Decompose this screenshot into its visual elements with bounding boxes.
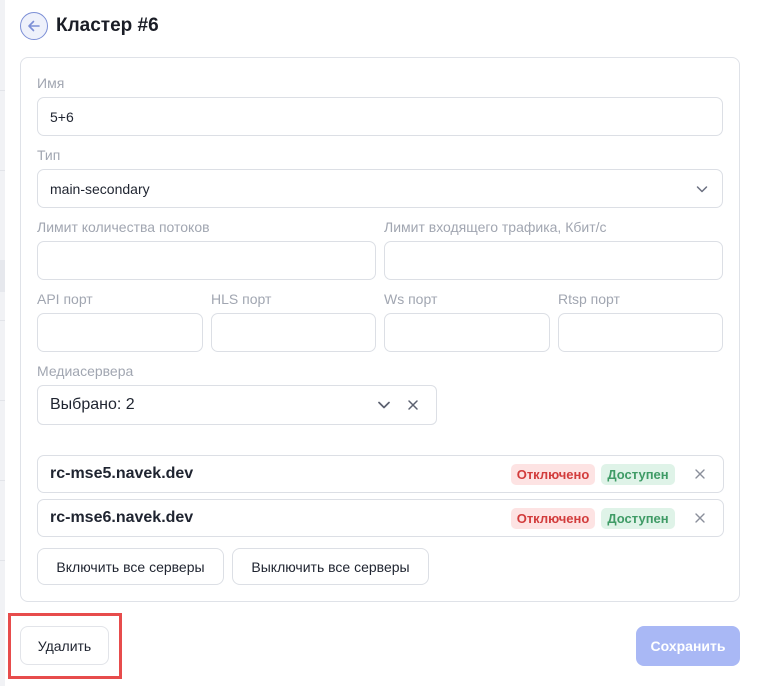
type-select[interactable]: main-secondary <box>37 169 723 208</box>
traffic-limit-input[interactable] <box>384 241 723 280</box>
server-row: rc-mse5.navek.dev Отключено Доступен <box>37 455 724 493</box>
page-header: Кластер #6 <box>20 12 159 40</box>
enable-all-servers-button[interactable]: Включить все серверы <box>37 548 224 585</box>
rtsp-port-input[interactable] <box>558 313 723 352</box>
remove-server-icon[interactable] <box>693 511 707 525</box>
type-select-value: main-secondary <box>50 180 150 197</box>
status-badge-available: Доступен <box>601 464 675 485</box>
api-port-label: API порт <box>37 291 93 307</box>
back-button[interactable] <box>20 12 48 40</box>
streams-limit-input[interactable] <box>37 241 376 280</box>
disable-all-servers-button[interactable]: Выключить все серверы <box>232 548 429 585</box>
hls-port-label: HLS порт <box>211 291 272 307</box>
cluster-form-card: Имя 5+6 Тип main-secondary Лимит количес… <box>20 57 740 602</box>
clear-selection-icon[interactable] <box>406 398 420 412</box>
mediaservers-multiselect[interactable]: Выбрано: 2 <box>37 385 437 425</box>
api-port-input[interactable] <box>37 313 203 352</box>
status-badge-disabled: Отключено <box>511 464 595 485</box>
mediaservers-selected-count: Выбрано: 2 <box>50 396 135 413</box>
ws-port-label: Ws порт <box>384 291 438 307</box>
rtsp-port-label: Rtsp порт <box>558 291 620 307</box>
status-badge-disabled: Отключено <box>511 508 595 529</box>
page-title: Кластер #6 <box>56 15 159 36</box>
hls-port-input[interactable] <box>211 313 376 352</box>
server-row: rc-mse6.navek.dev Отключено Доступен <box>37 499 724 537</box>
name-input-value: 5+6 <box>50 108 74 125</box>
chevron-down-icon <box>696 186 708 193</box>
mediaservers-label: Медиасервера <box>37 363 134 379</box>
traffic-limit-label: Лимит входящего трафика, Кбит/с <box>384 219 607 235</box>
delete-button[interactable]: Удалить <box>20 626 109 665</box>
arrow-left-icon <box>28 20 40 32</box>
save-button[interactable]: Сохранить <box>636 626 740 666</box>
streams-limit-label: Лимит количества потоков <box>37 219 210 235</box>
name-label: Имя <box>37 75 65 91</box>
chevron-down-icon[interactable] <box>377 398 391 412</box>
server-name: rc-mse6.navek.dev <box>50 509 194 526</box>
status-badge-available: Доступен <box>601 508 675 529</box>
name-input[interactable]: 5+6 <box>37 97 723 136</box>
type-label: Тип <box>37 147 61 163</box>
server-name: rc-mse5.navek.dev <box>50 465 194 482</box>
ws-port-input[interactable] <box>384 313 550 352</box>
remove-server-icon[interactable] <box>693 467 707 481</box>
left-sidebar-edge <box>0 0 5 686</box>
